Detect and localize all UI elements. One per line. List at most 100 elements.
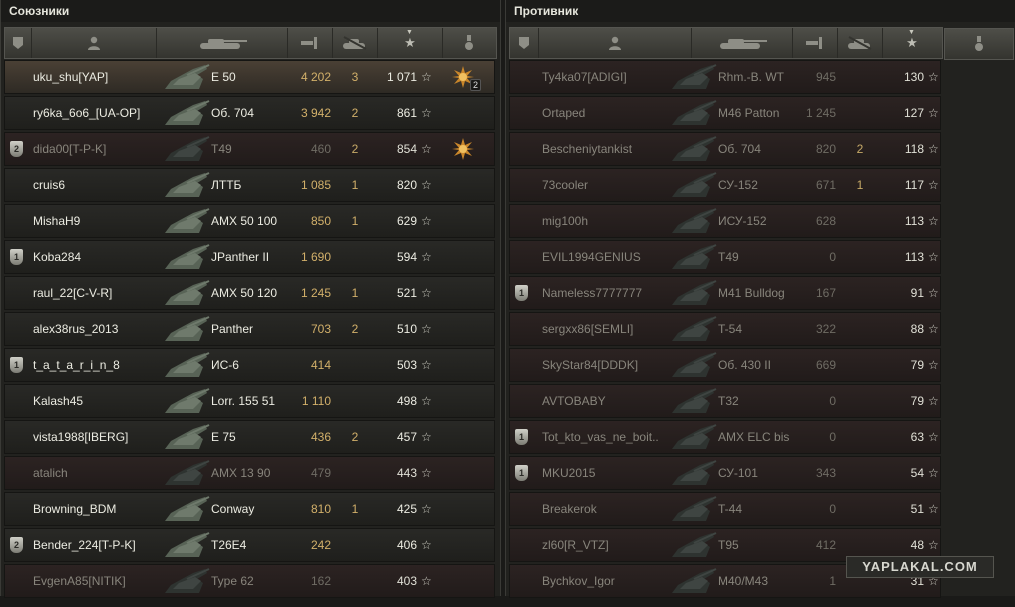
xp-star-icon: ☆: [928, 358, 939, 372]
player-name: Kalash45: [33, 394, 84, 408]
tank-name: СУ-101: [718, 466, 758, 480]
xp-star-icon: ☆: [421, 538, 432, 552]
column-kills[interactable]: [838, 28, 883, 58]
xp-value: 443: [396, 466, 417, 480]
badge-icon: [13, 37, 23, 49]
class-badge-icon: 2: [10, 537, 23, 553]
tank-name: ИС-6: [211, 358, 239, 372]
xp-value: 406: [396, 538, 417, 552]
medal-column-icon: [465, 35, 473, 50]
player-name: dida00[T-P-K]: [33, 142, 107, 156]
damage-value: 1 690: [300, 250, 331, 264]
column-tank[interactable]: [692, 28, 793, 58]
xp-value: 594: [396, 250, 417, 264]
damage-value: 479: [310, 466, 331, 480]
xp-value: 113: [904, 250, 924, 264]
xp-star-icon: ☆: [928, 70, 939, 84]
tank-image-icon: [670, 459, 718, 487]
player-row[interactable]: 1 MKU2015 СУ-101 343 54 ☆: [509, 456, 941, 490]
xp-star-icon: ☆: [928, 178, 939, 192]
player-row[interactable]: atalich AMX 13 90 479 443 ☆: [4, 456, 495, 490]
player-row[interactable]: MishaH9 AMX 50 100 850 1 629 ☆: [4, 204, 495, 238]
player-row[interactable]: 1 t_a_t_a_r_i_n_8 ИС-6 414 503 ☆: [4, 348, 495, 382]
damage-value: 0: [829, 502, 836, 516]
column-medal[interactable]: [944, 28, 1014, 60]
xp-star-icon: ★: [404, 35, 416, 50]
player-name: alex38rus_2013: [33, 322, 119, 336]
damage-value: 412: [815, 538, 836, 552]
player-row[interactable]: Browning_BDM Conway 810 1 425 ☆: [4, 492, 495, 526]
player-row[interactable]: SkyStar84[DDDK] Об. 430 II 669 79 ☆: [509, 348, 941, 382]
damage-value: 4 202: [300, 70, 331, 84]
column-medal[interactable]: [443, 28, 495, 58]
player-name: ry6ka_6o6_[UA-OP]: [33, 106, 141, 120]
enemies-title: Противник: [506, 0, 1015, 22]
column-xp[interactable]: ▼ ★: [378, 28, 443, 58]
tank-image-icon: [670, 243, 718, 271]
player-row[interactable]: Bescheniytankist Об. 704 820 2 118 ☆: [509, 132, 941, 166]
player-row[interactable]: Breakerok T-44 0 51 ☆: [509, 492, 941, 526]
player-row[interactable]: Kalash45 Lorr. 155 51 1 110 498 ☆: [4, 384, 495, 418]
column-player[interactable]: [32, 28, 157, 58]
tank-image-icon: [670, 495, 718, 523]
sort-desc-icon: ▼: [406, 29, 413, 36]
player-row[interactable]: 73cooler СУ-152 671 1 117 ☆: [509, 168, 941, 202]
player-row[interactable]: ry6ka_6o6_[UA-OP] Об. 704 3 942 2 861 ☆: [4, 96, 495, 130]
damage-value: 671: [815, 178, 836, 192]
damage-value: 810: [310, 502, 331, 516]
xp-value: 118: [904, 142, 924, 156]
player-name: Browning_BDM: [33, 502, 117, 516]
class-badge-icon: 1: [515, 465, 528, 481]
column-damage[interactable]: [793, 28, 838, 58]
player-row[interactable]: 2 Bender_224[T-P-K] T26E4 242 406 ☆: [4, 528, 495, 562]
player-row[interactable]: uku_shu[YAP] E 50 4 202 3 1 071 ☆ 2: [4, 60, 495, 94]
xp-star-icon: ☆: [928, 430, 939, 444]
tank-name: M40/M43: [718, 574, 769, 588]
column-damage[interactable]: [288, 28, 333, 58]
damage-value: 703: [310, 322, 331, 336]
xp-value: 861: [396, 106, 417, 120]
player-row[interactable]: mig100h ИСУ-152 628 113 ☆: [509, 204, 941, 238]
player-row[interactable]: 1 Nameless7777777 M41 Bulldog 167 91 ☆: [509, 276, 941, 310]
player-row[interactable]: cruis6 ЛТТБ 1 085 1 820 ☆: [4, 168, 495, 202]
tank-name: T26E4: [211, 538, 247, 552]
column-player[interactable]: [539, 28, 692, 58]
player-row[interactable]: 2 dida00[T-P-K] T49 460 2 854 ☆: [4, 132, 495, 166]
tank-image-icon: [670, 171, 718, 199]
column-badge[interactable]: [510, 28, 539, 58]
player-row[interactable]: Ortaped M46 Patton 1 245 127 ☆: [509, 96, 941, 130]
player-row[interactable]: AVTOBABY T32 0 79 ☆: [509, 384, 941, 418]
tank-name: Rhm.-B. WT: [718, 70, 784, 84]
xp-value: 113: [904, 214, 924, 228]
player-row[interactable]: alex38rus_2013 Panther 703 2 510 ☆: [4, 312, 495, 346]
tank-name: T-44: [718, 502, 743, 516]
player-row[interactable]: vista1988[IBERG] E 75 436 2 457 ☆: [4, 420, 495, 454]
tank-name: ИСУ-152: [718, 214, 767, 228]
enemies-header: ▼ ★: [509, 27, 943, 59]
column-tank[interactable]: [157, 28, 288, 58]
xp-value: 503: [396, 358, 417, 372]
tank-image-icon: [163, 423, 211, 451]
player-row[interactable]: 1 Tot_kto_vas_ne_boit.. AMX ELC bis 0 63 ☆: [509, 420, 941, 454]
ace-medal-icon[interactable]: 2: [451, 65, 481, 91]
player-name: atalich: [33, 466, 68, 480]
player-row[interactable]: Ty4ka07[ADIGI] Rhm.-B. WT 945 130 ☆: [509, 60, 941, 94]
class-badge-icon: 1: [515, 285, 528, 301]
player-row[interactable]: sergxx86[SEMLI] T-54 322 88 ☆: [509, 312, 941, 346]
tank-name: T49: [211, 142, 232, 156]
player-row[interactable]: 1 Koba284 JPanther II 1 690 594 ☆: [4, 240, 495, 274]
player-row[interactable]: raul_22[C-V-R] AMX 50 120 1 245 1 521 ☆: [4, 276, 495, 310]
column-kills[interactable]: [333, 28, 378, 58]
kills-value: [345, 385, 365, 417]
tank-icon: [720, 39, 767, 49]
player-name: raul_22[C-V-R]: [33, 286, 113, 300]
xp-star-icon: ☆: [421, 214, 432, 228]
medal-icon[interactable]: [451, 137, 475, 161]
xp-value: 854: [396, 142, 417, 156]
player-row[interactable]: EvgenA85[NITIK] Type 62 162 403 ☆: [4, 564, 495, 598]
xp-star-icon: ☆: [421, 178, 432, 192]
kills-value: [850, 493, 870, 525]
column-badge[interactable]: [5, 28, 32, 58]
player-row[interactable]: EVIL1994GENIUS T49 0 113 ☆: [509, 240, 941, 274]
column-xp[interactable]: ▼ ★: [883, 28, 941, 58]
